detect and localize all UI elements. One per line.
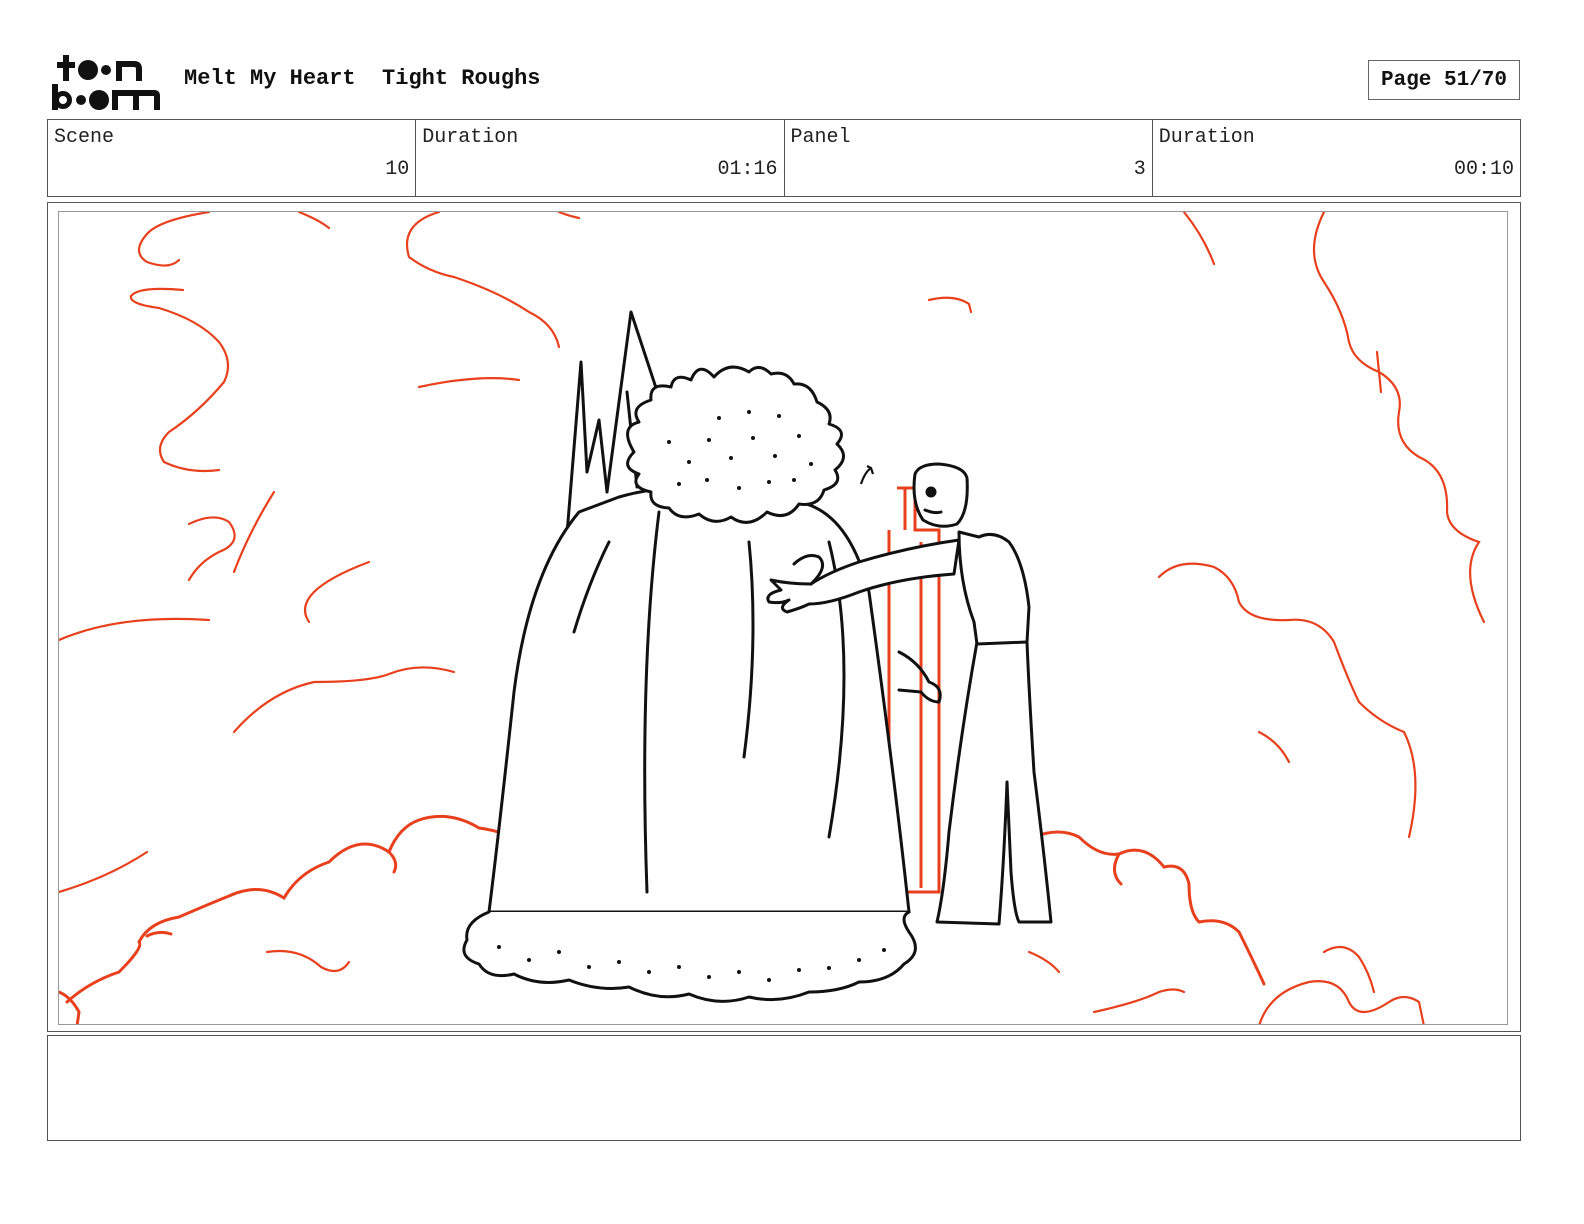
robed-king-drawing — [462, 310, 917, 1003]
scene-info-table: Scene 10 Duration 01:16 Panel 3 Duration… — [47, 119, 1521, 197]
panel-drawing — [58, 211, 1508, 1025]
scene-duration-value: 01:16 — [717, 158, 778, 181]
panel-label: Panel — [790, 126, 851, 149]
project-name: Melt My Heart — [184, 66, 356, 91]
panel-notes-box — [47, 1035, 1521, 1141]
storyboard-title: Melt My Heart Tight Roughs — [184, 66, 540, 91]
panel-cell: Panel 3 — [785, 120, 1153, 196]
scene-value: 10 — [385, 158, 410, 181]
motion-arrow-mark — [859, 465, 875, 485]
storyboard-stage: Tight Roughs — [382, 66, 541, 91]
page-label: Page 51/70 — [1380, 68, 1508, 92]
scene-duration-label: Duration — [422, 126, 519, 149]
panel-duration-cell: Duration 00:10 — [1153, 120, 1520, 196]
scene-cell: Scene 10 — [48, 120, 417, 196]
panel-duration-label: Duration — [1158, 126, 1255, 149]
panel-duration-value: 00:10 — [1453, 158, 1514, 181]
panel-value: 3 — [1133, 158, 1146, 181]
panel-frame — [47, 202, 1521, 1032]
scene-label: Scene — [54, 126, 115, 149]
page-indicator: Page 51/70 — [1368, 60, 1520, 100]
toon-boom-logo — [50, 52, 162, 112]
scene-duration-cell: Duration 01:16 — [416, 120, 785, 196]
